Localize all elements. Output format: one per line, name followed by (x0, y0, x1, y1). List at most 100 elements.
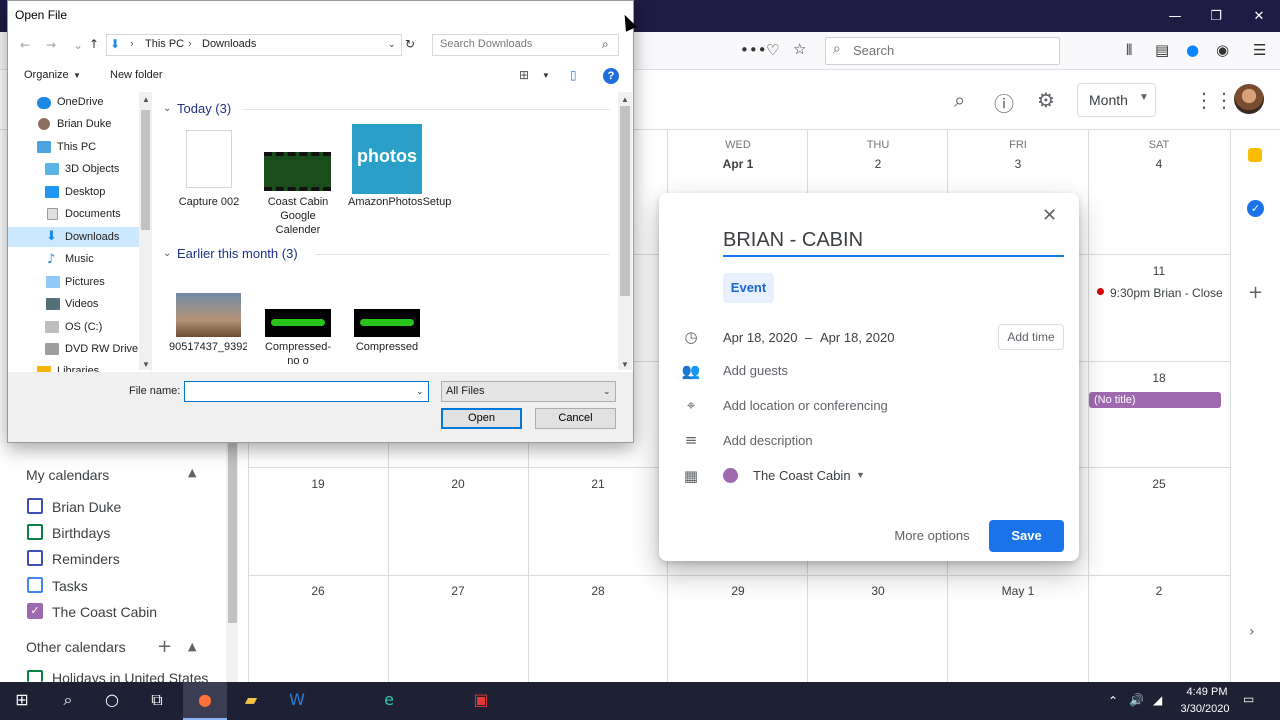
file-name-photo[interactable]: 90517437_9392894531527… (169, 340, 247, 370)
help-icon[interactable]: ⓘ (994, 88, 1014, 117)
recent-locations-icon[interactable]: ⌄ (73, 38, 83, 52)
pocket-icon[interactable]: ♡ (766, 41, 779, 59)
nav-item-desktop[interactable]: Desktop (65, 186, 105, 198)
date-number[interactable]: 25 (1089, 477, 1229, 491)
calendar-checkbox[interactable] (27, 524, 43, 540)
chevron-down-icon[interactable]: ⌄ (416, 386, 424, 397)
file-list-scrollbar-thumb[interactable] (620, 106, 630, 296)
calendar-checkbox-checked[interactable]: ✓ (27, 603, 43, 619)
add-description-field[interactable]: Add description (723, 433, 813, 448)
date-number[interactable]: 4 (1089, 157, 1229, 171)
sidebar-icon[interactable]: ▤ (1155, 41, 1169, 59)
caret-down-icon[interactable]: ▼ (542, 71, 550, 80)
more-options-button[interactable]: More options (885, 520, 979, 552)
bookmark-star-icon[interactable]: ☆ (793, 40, 806, 58)
account-icon[interactable]: ◉ (1216, 41, 1229, 59)
scroll-up-icon[interactable]: ▲ (142, 95, 150, 104)
scroll-down-icon[interactable]: ▼ (621, 360, 629, 369)
file-thumbnail-compressed[interactable] (354, 309, 420, 337)
file-explorer-icon[interactable]: ▰ (229, 690, 273, 709)
add-time-button[interactable]: Add time (998, 324, 1064, 350)
date-number[interactable]: Apr 1 (668, 157, 808, 171)
date-number[interactable]: 30 (808, 584, 948, 598)
file-name-input[interactable] (184, 381, 429, 402)
event-chip[interactable]: 9:30pm Brian - Close (1110, 286, 1223, 300)
nav-item-music[interactable]: Music (65, 253, 94, 265)
calendar-checkbox[interactable] (27, 577, 43, 593)
date-number[interactable]: May 1 (948, 584, 1088, 598)
event-title-input[interactable]: BRIAN - CABIN (723, 229, 1064, 257)
event-type-tab[interactable]: Event (723, 273, 774, 303)
task-view-icon[interactable]: ⧉ (135, 690, 179, 710)
address-dropdown-icon[interactable]: ⌄ (388, 39, 396, 50)
date-number[interactable]: 2 (808, 157, 948, 171)
calendar-checkbox[interactable] (27, 670, 43, 682)
file-thumbnail-photo[interactable] (176, 293, 241, 337)
file-name-compressed[interactable]: Compressed (348, 340, 426, 354)
end-date[interactable]: Apr 18, 2020 (820, 330, 894, 345)
event-chip-untitled[interactable]: (No title) (1089, 392, 1221, 408)
network-icon[interactable]: ◢ (1153, 693, 1162, 707)
date-number[interactable]: 2 (1089, 584, 1229, 598)
add-location-field[interactable]: Add location or conferencing (723, 398, 888, 413)
scroll-down-icon[interactable]: ▼ (142, 360, 150, 369)
settings-gear-icon[interactable]: ⚙ (1037, 88, 1055, 112)
breadcrumb-downloads[interactable]: Downloads (202, 38, 256, 50)
caret-down-icon[interactable]: ▼ (73, 71, 81, 80)
keep-icon[interactable] (1248, 148, 1262, 162)
date-number[interactable]: 3 (948, 157, 1088, 171)
close-icon[interactable]: ✕ (1042, 205, 1057, 226)
word-icon[interactable]: W (275, 690, 319, 709)
refresh-icon[interactable]: ↻ (405, 37, 415, 51)
avatar[interactable] (1234, 84, 1264, 114)
nav-item-pictures[interactable]: Pictures (65, 276, 105, 288)
date-number[interactable]: 26 (248, 584, 388, 598)
taskbar-clock-date[interactable]: 3/30/2020 (1174, 703, 1236, 715)
tray-overflow-icon[interactable]: ⌃ (1108, 694, 1118, 708)
open-button[interactable]: Open (441, 408, 522, 429)
apps-grid-icon[interactable]: ⋮⋮ (1194, 88, 1234, 112)
extension-icon[interactable]: ● (1186, 41, 1199, 59)
new-folder-button[interactable]: New folder (110, 69, 163, 81)
file-name-amazon[interactable]: AmazonPhotosSetup (348, 195, 451, 209)
library-icon[interactable]: ⫴ (1126, 41, 1132, 59)
group-header-today[interactable]: Today (3) (177, 101, 231, 116)
other-calendars-heading[interactable]: Other calendars (26, 639, 126, 655)
close-window-button[interactable]: ✕ (1236, 0, 1280, 32)
action-center-icon[interactable]: ▭ (1243, 692, 1254, 706)
nav-item-3d-objects[interactable]: 3D Objects (65, 163, 119, 175)
collapse-group-icon[interactable]: ⌄ (163, 248, 171, 259)
nav-scrollbar-thumb[interactable] (141, 110, 150, 230)
group-header-earlier[interactable]: Earlier this month (3) (177, 246, 298, 261)
nav-item-user[interactable]: Brian Duke (57, 118, 111, 130)
taskbar-clock-time[interactable]: 4:49 PM (1182, 686, 1232, 698)
date-number[interactable]: 20 (388, 477, 528, 491)
nav-item-this-pc[interactable]: This PC (57, 141, 96, 153)
file-type-filter[interactable]: All Files (441, 381, 616, 402)
breadcrumb-this-pc[interactable]: This PC (145, 38, 184, 50)
date-number[interactable]: 19 (248, 477, 388, 491)
maximize-button[interactable]: ❐ (1193, 0, 1239, 32)
sidebar-scrollbar-thumb[interactable] (228, 443, 237, 623)
edge-icon[interactable]: e (367, 690, 411, 709)
calendar-selector[interactable]: The Coast Cabin (753, 468, 851, 483)
forward-arrow-icon[interactable]: → (46, 38, 56, 52)
page-actions-icon[interactable]: ••• (740, 41, 767, 59)
up-arrow-icon[interactable]: ↑ (89, 37, 99, 51)
chevron-right-icon[interactable]: › (1249, 624, 1255, 640)
caret-down-icon[interactable]: ▼ (856, 470, 865, 480)
help-icon[interactable]: ? (603, 68, 619, 84)
preview-pane-icon[interactable]: ▯ (570, 68, 577, 82)
date-number[interactable]: 21 (528, 477, 668, 491)
cortana-icon[interactable]: ○ (90, 690, 134, 709)
date-number[interactable]: 11 (1089, 264, 1229, 278)
add-addon-icon[interactable]: + (1248, 282, 1263, 303)
nav-item-dvd[interactable]: DVD RW Drive (65, 343, 138, 355)
file-thumbnail-capture[interactable] (186, 130, 232, 188)
add-calendar-icon[interactable]: + (157, 636, 172, 657)
minimize-button[interactable]: — (1152, 0, 1198, 32)
date-number[interactable]: 18 (1089, 371, 1229, 385)
view-options-icon[interactable]: ⊞ (519, 68, 529, 82)
file-name-compressed-no-o[interactable]: Compressed-no o (259, 340, 337, 368)
calendar-checkbox[interactable] (27, 498, 43, 514)
